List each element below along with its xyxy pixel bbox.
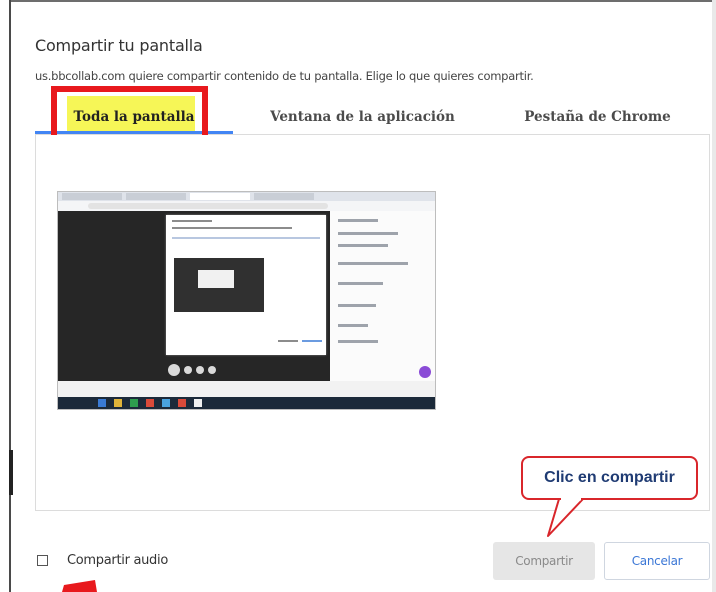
thumb-dialog-line xyxy=(172,227,292,229)
thumb-control-dot xyxy=(208,366,216,374)
share-button[interactable]: Compartir xyxy=(493,542,595,580)
thumb-purple-button xyxy=(419,366,431,378)
thumb-side-panel xyxy=(330,211,435,381)
tab-chrome-tab[interactable]: Pestaña de Chrome xyxy=(490,104,705,132)
thumb-panel-line xyxy=(338,262,408,265)
thumb-panel-line xyxy=(338,219,378,222)
thumb-taskbar-icon xyxy=(178,399,186,407)
callout-click-share: Clic en compartir xyxy=(521,456,698,500)
window-edge-mark xyxy=(9,450,13,495)
thumb-panel-line xyxy=(338,340,378,343)
tab-application-window[interactable]: Ventana de la aplicación xyxy=(255,104,470,132)
thumb-control-dot xyxy=(168,364,180,376)
screen-thumbnail[interactable] xyxy=(57,191,436,410)
thumb-control-dot xyxy=(196,366,204,374)
thumb-panel-line xyxy=(338,282,383,285)
thumb-browser-tab xyxy=(254,193,314,200)
thumb-taskbar-icon xyxy=(194,399,202,407)
screenshot-frame: Compartir tu pantalla us.bbcollab.com qu… xyxy=(0,0,716,592)
window-left-edge xyxy=(0,0,11,592)
share-audio-checkbox[interactable] xyxy=(37,555,48,566)
thumb-taskbar-icon xyxy=(114,399,122,407)
window-right-edge xyxy=(712,0,716,592)
thumb-controls xyxy=(168,364,223,378)
thumb-dialog-line xyxy=(302,340,322,342)
share-audio-label: Compartir audio xyxy=(67,553,168,568)
thumb-mini-inner xyxy=(198,270,234,288)
window-top-edge xyxy=(0,0,716,2)
thumb-control-dot xyxy=(184,366,192,374)
thumb-dialog-line xyxy=(172,237,320,239)
thumb-panel-line xyxy=(338,244,388,247)
thumb-taskbar-icon xyxy=(146,399,154,407)
thumb-dialog-line xyxy=(278,340,298,342)
thumb-dialog-line xyxy=(172,220,212,222)
cancel-button[interactable]: Cancelar xyxy=(604,542,710,580)
thumb-panel-line xyxy=(338,304,376,307)
thumb-taskbar-icon xyxy=(130,399,138,407)
thumb-taskbar-icon xyxy=(162,399,170,407)
thumb-browser-tab xyxy=(126,193,186,200)
thumb-panel-line xyxy=(338,232,398,235)
thumb-panel-line xyxy=(338,324,368,327)
thumb-taskbar-icon xyxy=(98,399,106,407)
thumb-address-field xyxy=(88,203,328,209)
thumb-browser-tab xyxy=(62,193,122,200)
dialog-title: Compartir tu pantalla xyxy=(35,36,203,55)
dialog-subtitle: us.bbcollab.com quiere compartir conteni… xyxy=(35,69,534,83)
thumb-browser-tab xyxy=(190,193,250,200)
thumb-taskbar xyxy=(58,381,435,397)
